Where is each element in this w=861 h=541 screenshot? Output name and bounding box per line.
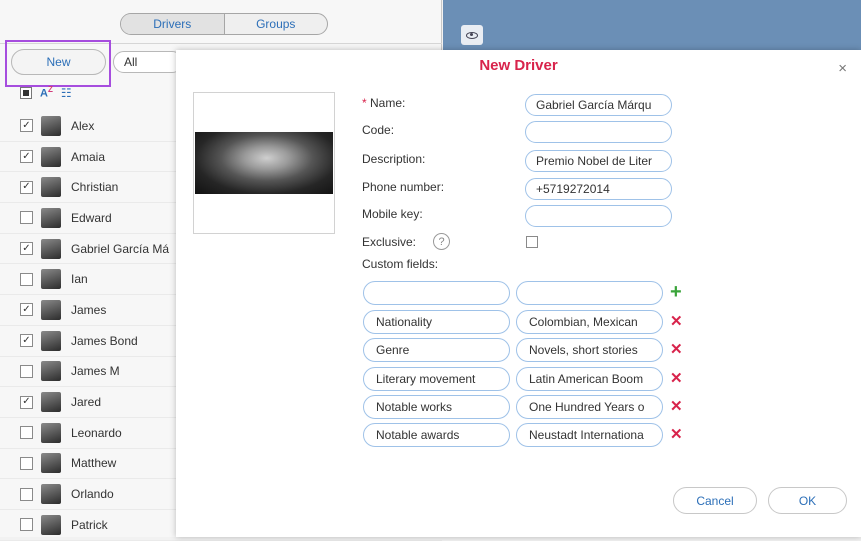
driver-avatar xyxy=(41,146,61,167)
driver-avatar xyxy=(41,115,61,136)
driver-checkbox[interactable] xyxy=(20,518,33,532)
required-marker: * xyxy=(362,96,367,110)
driver-checkbox[interactable]: ✓ xyxy=(20,334,33,348)
visibility-toggle[interactable] xyxy=(461,25,483,45)
eye-icon xyxy=(466,31,478,39)
custom-field-value[interactable]: Novels, short stories xyxy=(516,338,663,362)
driver-name: Patrick xyxy=(71,517,108,532)
driver-name: Gabriel García Má xyxy=(71,241,170,256)
exclusive-checkbox[interactable] xyxy=(526,236,538,248)
mobile-key-label: Mobile key: xyxy=(362,207,423,221)
driver-name: James Bond xyxy=(71,333,138,348)
driver-avatar xyxy=(41,514,61,535)
phone-label: Phone number: xyxy=(362,180,445,194)
driver-name: Alex xyxy=(71,118,95,133)
view-switcher: Drivers Groups xyxy=(120,13,328,35)
driver-avatar xyxy=(41,238,61,259)
portrait-image xyxy=(195,132,333,194)
code-label: Code: xyxy=(362,123,395,137)
driver-name: Matthew xyxy=(71,456,117,471)
driver-avatar xyxy=(41,453,61,474)
name-field[interactable]: Gabriel García Márqu xyxy=(525,94,672,116)
cancel-button[interactable]: Cancel xyxy=(673,487,757,514)
remove-field-icon[interactable]: ✕ xyxy=(670,342,683,357)
driver-checkbox[interactable] xyxy=(20,272,33,286)
custom-field-key[interactable]: Notable awards xyxy=(363,423,510,447)
tab-groups[interactable]: Groups xyxy=(223,14,328,34)
driver-avatar xyxy=(41,422,61,443)
name-label-text: Name: xyxy=(370,96,406,110)
driver-photo[interactable] xyxy=(193,92,335,234)
driver-avatar xyxy=(41,269,61,290)
driver-checkbox[interactable] xyxy=(20,211,33,225)
driver-checkbox[interactable]: ✓ xyxy=(20,119,33,133)
custom-field-value[interactable]: Latin American Boom xyxy=(516,367,663,391)
new-custom-value-input[interactable] xyxy=(516,281,663,305)
new-custom-key-input[interactable] xyxy=(363,281,510,305)
mobile-key-field[interactable] xyxy=(525,205,672,227)
driver-avatar xyxy=(41,299,61,320)
list-toolbar: AZ ☷ xyxy=(20,84,72,102)
driver-avatar xyxy=(41,330,61,351)
new-driver-dialog: New Driver × * Name: Gabriel García Márq… xyxy=(176,50,861,537)
remove-field-icon[interactable]: ✕ xyxy=(670,314,683,329)
dialog-title: New Driver xyxy=(479,57,558,74)
driver-avatar xyxy=(41,361,61,382)
add-field-icon[interactable]: + xyxy=(670,282,682,302)
driver-checkbox[interactable] xyxy=(20,487,33,501)
close-icon[interactable]: × xyxy=(838,60,847,77)
driver-checkbox[interactable]: ✓ xyxy=(20,180,33,194)
remove-field-icon[interactable]: ✕ xyxy=(670,427,683,442)
exclusive-label: Exclusive: xyxy=(362,235,417,249)
driver-avatar xyxy=(41,484,61,505)
code-field[interactable] xyxy=(525,121,672,143)
help-icon[interactable]: ? xyxy=(433,233,450,250)
filter-select[interactable]: All xyxy=(113,51,183,73)
driver-avatar xyxy=(41,177,61,198)
custom-field-key[interactable]: Literary movement xyxy=(363,367,510,391)
custom-field-key[interactable]: Genre xyxy=(363,338,510,362)
driver-checkbox[interactable]: ✓ xyxy=(20,242,33,256)
driver-avatar xyxy=(41,392,61,413)
select-all-checkbox[interactable] xyxy=(20,87,32,99)
driver-checkbox[interactable] xyxy=(20,426,33,440)
custom-field-value[interactable]: One Hundred Years o xyxy=(516,395,663,419)
description-field[interactable]: Premio Nobel de Liter xyxy=(525,150,672,172)
driver-name: Ian xyxy=(71,272,88,287)
driver-name: Edward xyxy=(71,210,112,225)
driver-name: Amaia xyxy=(71,149,106,164)
sort-az-icon[interactable]: AZ xyxy=(40,86,53,100)
driver-checkbox[interactable] xyxy=(20,456,33,470)
driver-name: Orlando xyxy=(71,487,114,502)
driver-name: Christian xyxy=(71,180,119,195)
phone-field[interactable]: +5719272014 xyxy=(525,178,672,200)
description-label: Description: xyxy=(362,152,426,166)
custom-field-value[interactable]: Neustadt Internationa xyxy=(516,423,663,447)
name-label: * Name: xyxy=(362,96,405,110)
new-button-highlight xyxy=(5,40,111,87)
custom-field-key[interactable]: Notable works xyxy=(363,395,510,419)
driver-avatar xyxy=(41,207,61,228)
driver-checkbox[interactable] xyxy=(20,364,33,378)
remove-field-icon[interactable]: ✕ xyxy=(670,371,683,386)
custom-field-key[interactable]: Nationality xyxy=(363,310,510,334)
driver-name: Jared xyxy=(71,395,102,410)
custom-fields-label: Custom fields: xyxy=(362,257,439,271)
driver-name: Leonardo xyxy=(71,425,122,440)
ok-button[interactable]: OK xyxy=(768,487,847,514)
tab-drivers[interactable]: Drivers xyxy=(121,14,224,34)
driver-checkbox[interactable]: ✓ xyxy=(20,150,33,164)
driver-name: James M xyxy=(71,364,120,379)
driver-checkbox[interactable]: ✓ xyxy=(20,303,33,317)
custom-field-value[interactable]: Colombian, Mexican xyxy=(516,310,663,334)
driver-checkbox[interactable]: ✓ xyxy=(20,395,33,409)
driver-name: James xyxy=(71,302,107,317)
tree-view-icon[interactable]: ☷ xyxy=(61,86,72,100)
remove-field-icon[interactable]: ✕ xyxy=(670,399,683,414)
